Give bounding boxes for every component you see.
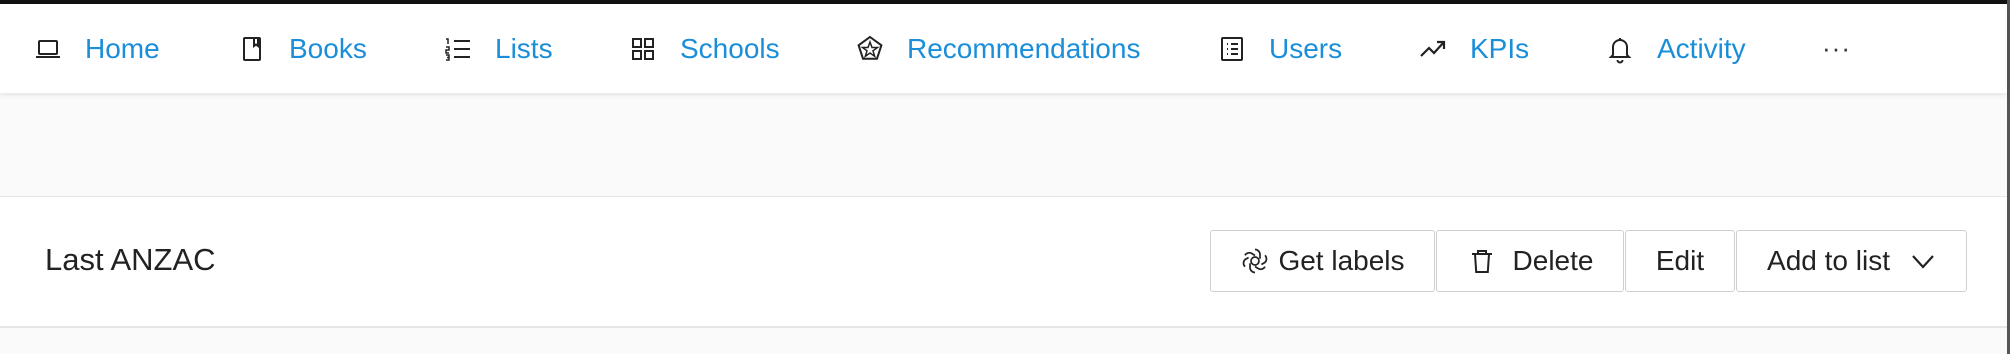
delete-button[interactable]: Delete — [1436, 230, 1624, 292]
chevron-down-icon — [1912, 255, 1934, 269]
nav-item-activity[interactable]: Activity — [1605, 4, 1746, 93]
nav-item-home[interactable]: Home — [33, 4, 160, 93]
laptop-icon — [33, 34, 63, 64]
nav-label-books: Books — [289, 32, 367, 64]
nav-label-users: Users — [1269, 32, 1343, 64]
numbered-list-icon — [443, 34, 473, 64]
nav-item-schools[interactable]: Schools — [628, 4, 780, 93]
nav-label-schools: Schools — [680, 32, 780, 64]
nav-item-recommendations[interactable]: Recommendations — [855, 4, 1140, 93]
add-to-list-label: Add to list — [1767, 245, 1890, 276]
nav-label-lists: Lists — [495, 32, 553, 64]
ai-knot-icon — [1243, 248, 1268, 274]
main-navigation: Home Books Lists Schools Recommendations… — [0, 4, 2007, 93]
more-menu-icon[interactable]: ··· — [1822, 4, 1851, 93]
content-background — [0, 328, 2007, 354]
nav-item-lists[interactable]: Lists — [443, 4, 553, 93]
divider — [0, 196, 2007, 197]
trend-up-icon — [1418, 34, 1448, 64]
subheader-band — [0, 93, 2007, 196]
trash-icon — [1471, 250, 1492, 273]
nav-label-recommendations: Recommendations — [907, 32, 1141, 64]
delete-label: Delete — [1512, 245, 1594, 276]
nav-item-users[interactable]: Users — [1217, 4, 1342, 93]
edit-label: Edit — [1655, 245, 1705, 276]
book-icon — [237, 34, 267, 64]
nav-label-activity: Activity — [1657, 32, 1746, 64]
user-list-icon — [1217, 34, 1247, 64]
nav-label-kpis: KPIs — [1470, 32, 1530, 64]
pentagon-star-icon — [855, 34, 885, 64]
get-labels-button[interactable]: Get labels — [1210, 230, 1435, 292]
nav-item-books[interactable]: Books — [237, 4, 367, 93]
nav-label-home: Home — [85, 32, 160, 64]
get-labels-label: Get labels — [1278, 245, 1405, 276]
edit-button[interactable]: Edit — [1625, 230, 1735, 292]
nav-item-kpis[interactable]: KPIs — [1418, 4, 1529, 93]
page-title: Last ANZAC — [45, 242, 216, 277]
bell-icon — [1605, 34, 1635, 64]
grid-icon — [628, 34, 658, 64]
add-to-list-button[interactable]: Add to list — [1736, 230, 1967, 292]
